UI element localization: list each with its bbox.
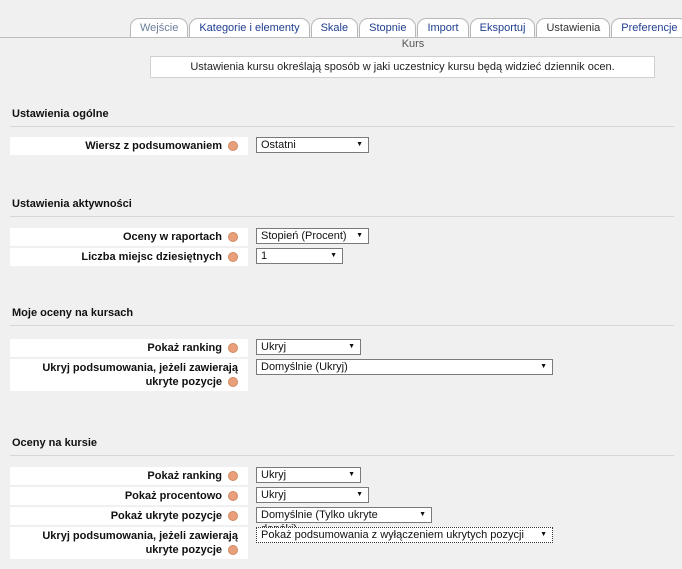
row-course-show-rank: Pokaż ranking Ukryj ▼ bbox=[10, 467, 361, 485]
row-show-rank: Pokaż ranking Ukryj ▼ bbox=[10, 339, 361, 357]
tab-preferences[interactable]: Preferencje bbox=[611, 18, 682, 38]
field-label: Pokaż ranking bbox=[10, 339, 248, 357]
course-show-rank-select[interactable]: Ukryj ▼ bbox=[256, 467, 361, 483]
tab-settings[interactable]: Ustawienia bbox=[536, 18, 611, 38]
row-show-hidden-items: Pokaż ukryte pozycje Domyślnie (Tylko uk… bbox=[10, 507, 432, 535]
field-label: Pokaż ukryte pozycje bbox=[10, 507, 248, 525]
row-grade-display-type: Oceny w raportach Stopień (Procent) ▼ bbox=[10, 228, 369, 246]
help-icon[interactable] bbox=[228, 471, 238, 482]
help-icon[interactable] bbox=[228, 511, 238, 522]
row-hide-totals: Ukryj podsumowania, jeżeli zawierają ukr… bbox=[10, 359, 553, 391]
hide-totals-select[interactable]: Domyślnie (Ukryj) ▼ bbox=[256, 359, 553, 375]
dropdown-arrow-icon: ▼ bbox=[540, 363, 547, 370]
section-title: Moje oceny na kursach bbox=[10, 307, 674, 326]
help-icon[interactable] bbox=[228, 491, 238, 502]
field-label: Pokaż ranking bbox=[10, 467, 248, 485]
section-title: Ustawienia aktywności bbox=[10, 198, 674, 217]
tab-bar: Wejście Kategorie i elementy Skale Stopn… bbox=[130, 18, 682, 38]
dropdown-arrow-icon: ▼ bbox=[356, 232, 363, 239]
dropdown-arrow-icon: ▼ bbox=[348, 343, 355, 350]
dropdown-arrow-icon: ▼ bbox=[540, 531, 547, 538]
subtab-course[interactable]: Kurs bbox=[402, 38, 425, 50]
info-box: Ustawienia kursu określają sposób w jaki… bbox=[150, 56, 655, 78]
tab-entry[interactable]: Wejście bbox=[130, 18, 189, 38]
row-course-hide-totals: Ukryj podsumowania, jeżeli zawierają ukr… bbox=[10, 527, 553, 559]
aggregation-position-select[interactable]: Ostatni ▼ bbox=[256, 137, 369, 153]
dropdown-arrow-icon: ▼ bbox=[330, 252, 337, 259]
show-percentage-select[interactable]: Ukryj ▼ bbox=[256, 487, 369, 503]
section-title: Oceny na kursie bbox=[10, 437, 674, 456]
section-activity: Ustawienia aktywności bbox=[10, 198, 674, 217]
help-icon[interactable] bbox=[228, 343, 238, 354]
tab-scales[interactable]: Skale bbox=[310, 18, 359, 38]
field-label: Pokaż procentowo bbox=[10, 487, 248, 505]
tab-import[interactable]: Import bbox=[417, 18, 469, 38]
section-course-grades: Oceny na kursie bbox=[10, 437, 674, 456]
dropdown-arrow-icon: ▼ bbox=[356, 491, 363, 498]
section-general: Ustawienia ogólne bbox=[10, 108, 674, 127]
row-show-percentage: Pokaż procentowo Ukryj ▼ bbox=[10, 487, 369, 505]
row-aggregation-position: Wiersz z podsumowaniem Ostatni ▼ bbox=[10, 137, 369, 155]
field-label: Liczba miejsc dziesiętnych bbox=[10, 248, 248, 266]
tab-letters[interactable]: Stopnie bbox=[359, 18, 417, 38]
dropdown-arrow-icon: ▼ bbox=[356, 141, 363, 148]
row-decimal-points: Liczba miejsc dziesiętnych 1 ▼ bbox=[10, 248, 343, 266]
show-hidden-items-select[interactable]: Domyślnie (Tylko ukryte dopóki)▼ bbox=[256, 507, 432, 535]
help-icon[interactable] bbox=[228, 232, 238, 243]
course-hide-totals-select[interactable]: Pokaż podsumowania z wyłączeniem ukrytyc… bbox=[256, 527, 553, 543]
field-label: Wiersz z podsumowaniem bbox=[10, 137, 248, 155]
decimal-points-select[interactable]: 1 ▼ bbox=[256, 248, 343, 264]
field-label: Ukryj podsumowania, jeżeli zawierają ukr… bbox=[10, 527, 248, 559]
section-title: Ustawienia ogólne bbox=[10, 108, 674, 127]
help-icon[interactable] bbox=[228, 545, 238, 556]
dropdown-arrow-icon: ▼ bbox=[348, 471, 355, 478]
help-icon[interactable] bbox=[228, 141, 238, 152]
show-rank-select[interactable]: Ukryj ▼ bbox=[256, 339, 361, 355]
subtab-bar: Kurs bbox=[0, 37, 682, 51]
dropdown-arrow-icon: ▼ bbox=[419, 511, 426, 518]
field-label: Oceny w raportach bbox=[10, 228, 248, 246]
help-icon[interactable] bbox=[228, 377, 238, 388]
grade-display-type-select[interactable]: Stopień (Procent) ▼ bbox=[256, 228, 369, 244]
section-my-grades: Moje oceny na kursach bbox=[10, 307, 674, 326]
field-label: Ukryj podsumowania, jeżeli zawierają ukr… bbox=[10, 359, 248, 391]
tab-export[interactable]: Eksportuj bbox=[469, 18, 536, 38]
tab-categories[interactable]: Kategorie i elementy bbox=[189, 18, 310, 38]
help-icon[interactable] bbox=[228, 252, 238, 263]
